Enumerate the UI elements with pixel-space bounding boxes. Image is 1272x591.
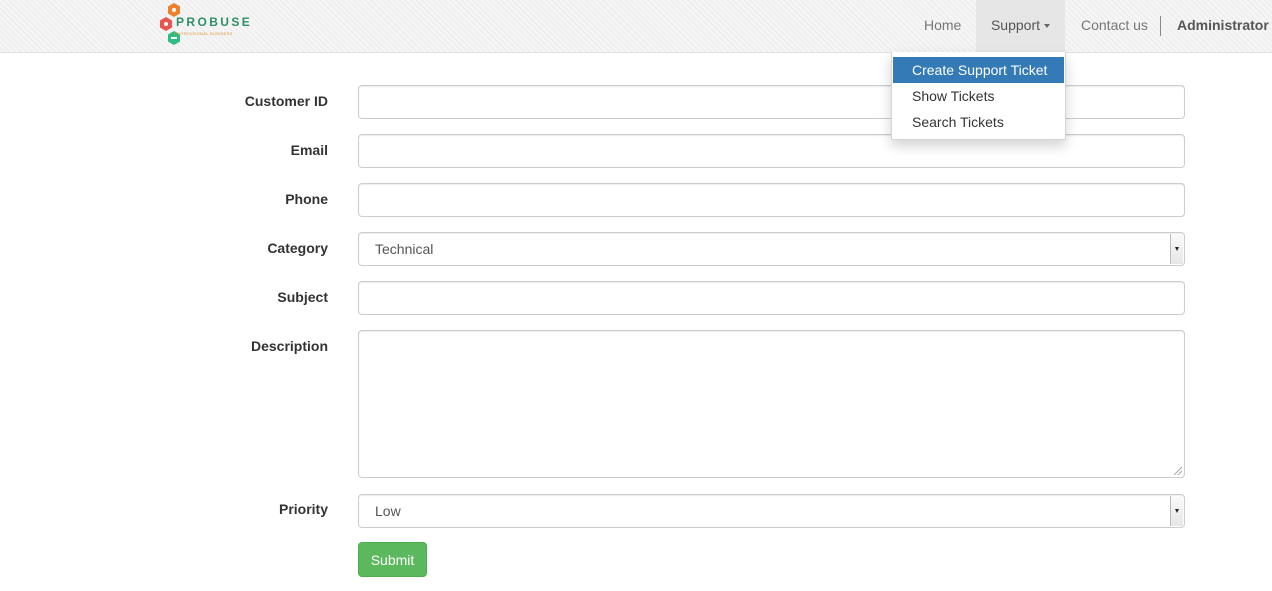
priority-label: Priority (278, 501, 328, 517)
nav-home-link[interactable]: Home (924, 0, 961, 52)
select-arrow-icon (1170, 496, 1183, 526)
phone-label: Phone (285, 191, 328, 207)
email-label: Email (290, 142, 328, 158)
nav-divider (1160, 16, 1161, 36)
nav-user-menu[interactable]: Administrator (1177, 0, 1269, 52)
nav-support-dropdown[interactable]: Support (976, 0, 1065, 52)
submit-button[interactable]: Submit (358, 542, 427, 577)
brand-tagline: PROFESSIONAL BUSINESS (174, 31, 233, 36)
dropdown-item-show-tickets[interactable]: Show Tickets (892, 83, 1065, 109)
support-dropdown-menu: Create Support Ticket Show Tickets Searc… (891, 52, 1066, 140)
priority-selected-value: Low (375, 503, 401, 519)
category-selected-value: Technical (375, 241, 434, 257)
dropdown-item-create-ticket[interactable]: Create Support Ticket (893, 57, 1064, 83)
nav-contact-link[interactable]: Contact us (1081, 0, 1148, 52)
resize-grip-icon[interactable] (1174, 467, 1182, 475)
nav-support-label: Support (990, 17, 1041, 33)
category-select[interactable]: Technical (358, 232, 1185, 266)
description-label: Description (250, 338, 328, 354)
subject-input[interactable] (358, 281, 1185, 315)
priority-select[interactable]: Low (358, 494, 1185, 528)
brand-name: PROBUSE (176, 15, 253, 29)
phone-input[interactable] (358, 183, 1185, 217)
select-arrow-icon (1170, 234, 1183, 264)
category-label: Category (267, 240, 328, 256)
brand-logo[interactable]: PROBUSE PROFESSIONAL BUSINESS (157, 2, 257, 52)
customer-id-label: Customer ID (244, 93, 328, 109)
top-navbar: PROBUSE PROFESSIONAL BUSINESS Home Suppo… (0, 0, 1272, 53)
subject-label: Subject (277, 289, 328, 305)
caret-down-icon (1044, 24, 1051, 29)
description-textarea[interactable] (358, 330, 1185, 478)
dropdown-item-search-tickets[interactable]: Search Tickets (892, 109, 1065, 135)
